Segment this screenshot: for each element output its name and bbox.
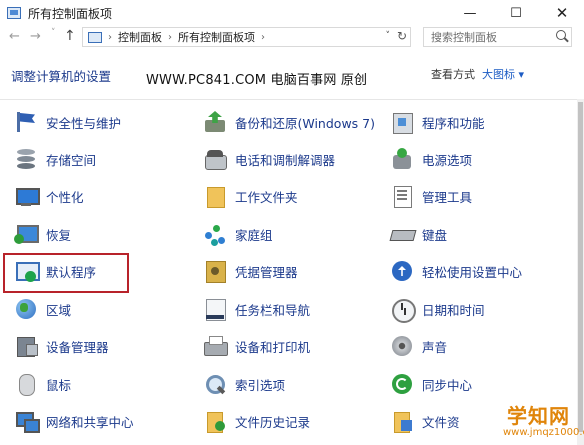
breadcrumb-separator: › <box>168 31 172 43</box>
item-taskbar-navigation[interactable]: 任务栏和导航 <box>203 297 310 321</box>
sound-icon <box>390 334 414 358</box>
item-programs-features[interactable]: 程序和功能 <box>390 110 485 134</box>
navigation-bar: ← → ˅ ↑ › 控制面板 › 所有控制面板项 › ˅ ↻ 搜索控制面板 <box>0 26 584 48</box>
brand-logo-text: 学知网 <box>507 404 570 428</box>
file-history-icon <box>203 409 227 433</box>
back-button[interactable]: ← <box>9 29 20 44</box>
credential-manager-icon <box>203 259 227 283</box>
region-icon <box>14 297 38 321</box>
brand-logo: 学知网 www.jmqz1000.com <box>503 400 584 442</box>
item-keyboard[interactable]: 键盘 <box>390 222 447 246</box>
close-button[interactable]: ✕ <box>539 0 584 26</box>
item-admin-tools[interactable]: 管理工具 <box>390 184 472 208</box>
item-sync-center[interactable]: 同步中心 <box>390 372 472 396</box>
indexing-icon <box>203 372 227 396</box>
item-personalization[interactable]: 个性化 <box>14 184 84 208</box>
view-by-dropdown[interactable]: 大图标 ▾ <box>482 66 524 82</box>
control-panel-icon <box>7 7 21 19</box>
item-indexing-options[interactable]: 索引选项 <box>203 372 285 396</box>
recent-locations-chevron-icon[interactable]: ˅ <box>51 28 56 38</box>
recovery-icon <box>14 222 39 246</box>
sync-icon <box>390 372 414 396</box>
ease-of-access-icon <box>390 259 414 283</box>
storage-icon <box>14 147 38 171</box>
item-storage-spaces[interactable]: 存储空间 <box>14 147 96 171</box>
printer-icon <box>203 334 228 358</box>
brand-logo-url: www.jmqz1000.com <box>503 427 584 438</box>
work-folders-icon <box>203 184 227 208</box>
watermark-text: WWW.PC841.COM 电脑百事网 原创 <box>146 73 368 88</box>
taskbar-icon <box>203 297 227 321</box>
divider <box>0 99 584 100</box>
item-date-time[interactable]: 日期和时间 <box>390 297 485 323</box>
forward-button[interactable]: → <box>30 29 41 44</box>
backup-icon <box>203 110 227 134</box>
clock-icon <box>390 297 416 323</box>
item-region[interactable]: 区域 <box>14 297 71 321</box>
view-by-label: 查看方式 <box>431 68 475 81</box>
maximize-button[interactable]: ☐ <box>493 0 539 26</box>
item-sound[interactable]: 声音 <box>390 334 447 358</box>
item-security-maintenance[interactable]: 安全性与维护 <box>14 110 121 134</box>
device-manager-icon <box>14 334 38 358</box>
breadcrumb-control-panel[interactable]: 控制面板 <box>118 29 162 45</box>
breadcrumb-all-items[interactable]: 所有控制面板项 <box>178 29 255 45</box>
item-ease-of-access[interactable]: 轻松使用设置中心 <box>390 259 522 283</box>
window-title: 所有控制面板项 <box>28 6 113 21</box>
flag-icon <box>14 110 38 134</box>
file-explorer-icon <box>390 409 414 433</box>
breadcrumb-separator: › <box>108 31 112 43</box>
minimize-button[interactable]: — <box>447 0 493 26</box>
search-input[interactable]: 搜索控制面板 <box>423 27 572 47</box>
breadcrumb-separator: › <box>261 31 265 43</box>
item-file-history[interactable]: 文件历史记录 <box>203 409 310 433</box>
item-work-folders[interactable]: 工作文件夹 <box>203 184 298 208</box>
search-placeholder: 搜索控制面板 <box>431 31 497 44</box>
item-credential-manager[interactable]: 凭据管理器 <box>203 259 298 283</box>
highlight-box <box>3 253 129 293</box>
phone-icon <box>203 147 227 171</box>
control-panel-icon <box>88 31 102 43</box>
refresh-icon[interactable]: ↻ <box>397 29 407 43</box>
personalization-icon <box>14 184 40 208</box>
admin-tools-icon <box>390 184 414 208</box>
homegroup-icon <box>203 222 227 246</box>
item-backup-restore[interactable]: 备份和还原(Windows 7) <box>203 110 375 134</box>
item-recovery[interactable]: 恢复 <box>14 222 71 246</box>
mouse-icon <box>14 372 38 396</box>
item-network-sharing[interactable]: 网络和共享中心 <box>14 409 134 433</box>
programs-icon <box>390 110 414 134</box>
item-phone-modem[interactable]: 电话和调制解调器 <box>203 147 335 171</box>
scrollbar-thumb[interactable] <box>578 102 583 432</box>
network-icon <box>14 409 40 433</box>
up-button[interactable]: ↑ <box>64 28 76 44</box>
address-bar[interactable]: › 控制面板 › 所有控制面板项 › ˅ ↻ <box>82 27 411 47</box>
keyboard-icon <box>390 222 414 246</box>
item-devices-printers[interactable]: 设备和打印机 <box>203 334 310 358</box>
page-title: 调整计算机的设置 <box>11 69 112 84</box>
item-homegroup[interactable]: 家庭组 <box>203 222 273 246</box>
item-power-options[interactable]: 电源选项 <box>390 147 472 171</box>
address-dropdown-chevron-icon[interactable]: ˅ <box>386 31 391 41</box>
item-mouse[interactable]: 鼠标 <box>14 372 71 396</box>
power-icon <box>390 147 414 171</box>
search-icon[interactable] <box>556 30 566 40</box>
item-file-explorer-options[interactable]: 文件资 <box>390 409 460 433</box>
item-device-manager[interactable]: 设备管理器 <box>14 334 109 358</box>
